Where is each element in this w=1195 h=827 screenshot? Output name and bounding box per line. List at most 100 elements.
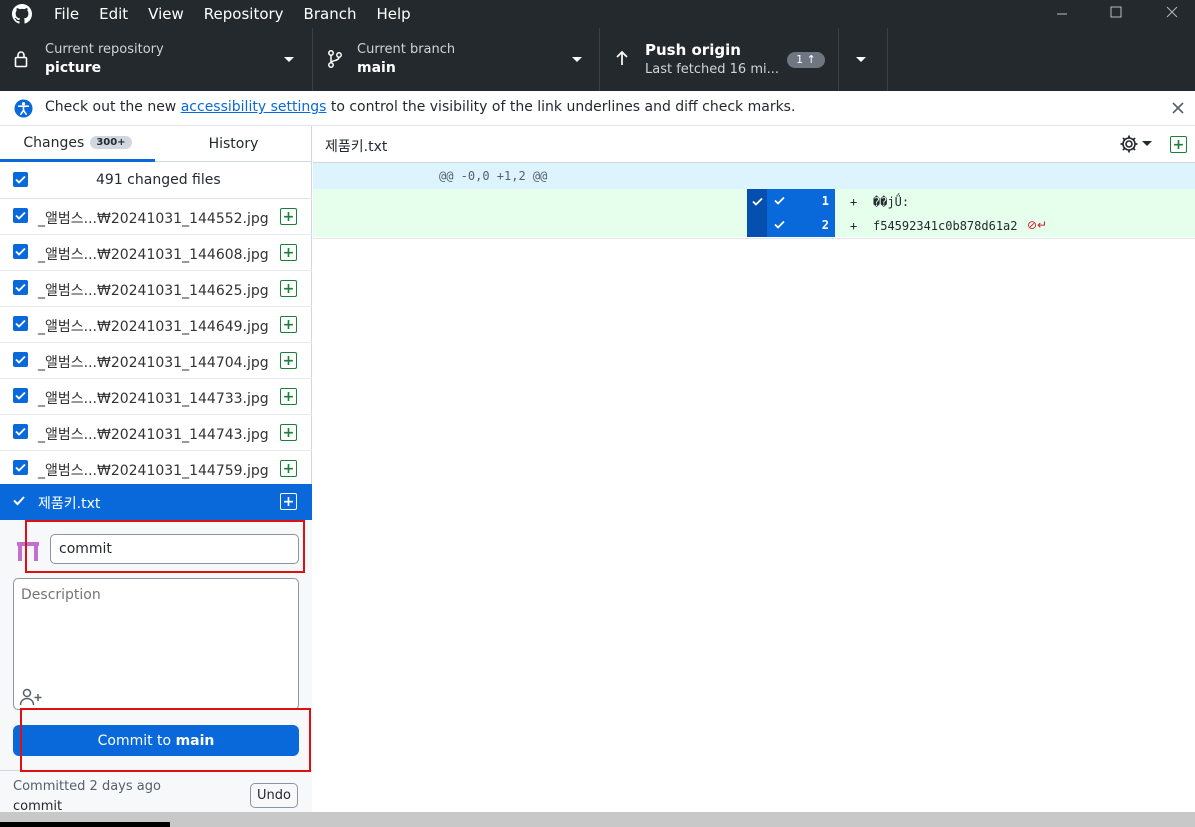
added-file-icon: + [280,460,297,477]
file-checkbox[interactable] [13,460,28,475]
added-file-icon: + [280,316,297,333]
commit-panel: Commit to main Committed 2 days ago comm… [0,520,312,814]
lock-icon [14,51,28,68]
diff-settings-button[interactable] [1119,132,1157,156]
push-origin-button[interactable]: Push origin Last fetched 16 mi... 1 ↑ [600,28,839,91]
file-name: _앨범스...₩20241031_144759.jpg [38,463,269,479]
checkmark-icon [774,220,785,229]
added-file-icon: + [280,244,297,261]
file-checkbox[interactable] [13,352,28,367]
file-checkbox[interactable] [13,316,28,331]
file-checkbox[interactable] [13,280,28,295]
diff-line-select-left[interactable] [747,189,767,213]
accessibility-settings-link[interactable]: accessibility settings [181,99,327,115]
file-checkbox[interactable] [13,208,28,223]
checkmark-icon[interactable] [13,495,25,506]
minimize-icon[interactable] [1040,0,1084,24]
diff-line-select-left[interactable] [747,213,767,237]
tab-changes-label: Changes [23,134,85,151]
diff-line-gutter[interactable]: 1 [767,189,835,213]
diff-line-gutter[interactable]: 2 [767,213,835,237]
chevron-down-icon [572,57,582,62]
undo-button[interactable]: Undo [250,783,298,808]
commit-summary-input[interactable] [50,534,299,564]
file-name: _앨범스...₩20241031_144608.jpg [38,247,269,263]
file-name: _앨범스...₩20241031_144625.jpg [38,283,269,299]
menu-repository[interactable]: Repository [194,2,294,26]
menu-help[interactable]: Help [366,2,420,26]
menu-edit[interactable]: Edit [89,2,138,26]
repo-label: Current repository [45,42,164,57]
commit-button[interactable]: Commit to main [13,725,299,756]
push-title: Push origin [645,41,741,59]
added-file-icon: + [280,208,297,225]
select-all-checkbox[interactable] [13,172,28,187]
file-row[interactable]: _앨범스...₩20241031_144704.jpg + [0,343,312,379]
file-row[interactable]: _앨범스...₩20241031_144649.jpg + [0,307,312,343]
tab-history[interactable]: History [155,126,312,162]
added-file-icon: + [280,352,297,369]
line-number: 1 [821,194,829,208]
accessibility-icon [14,99,33,118]
select-all-row: 491 changed files [0,163,312,199]
diff-file-name: 제품키.txt [325,139,388,155]
file-row[interactable]: _앨범스...₩20241031_144743.jpg + [0,415,312,451]
changed-files-count: 491 changed files [96,172,221,188]
repo-name: picture [45,60,102,76]
branch-label: Current branch [357,42,456,57]
file-name: _앨범스...₩20241031_144733.jpg [38,391,269,407]
background-strip [0,812,1195,827]
tab-changes[interactable]: Changes 300+ [0,126,155,162]
chevron-down-icon [856,57,866,62]
add-coauthor-icon[interactable] [19,688,43,706]
file-checkbox[interactable] [13,244,28,259]
gear-icon [1120,135,1138,153]
added-file-icon: + [280,388,297,405]
avatar [15,541,41,563]
diff-panel: 제품키.txt + @@ -0,0 +1,2 @@ 1 + ��jǗ: 2 + f5459… [313,126,1195,812]
file-name: _앨범스...₩20241031_144649.jpg [38,319,269,335]
menu-view[interactable]: View [138,2,194,26]
taskbar-fragment [0,822,170,827]
title-bar: File Edit View Repository Branch Help [0,0,1195,28]
file-row[interactable]: _앨범스...₩20241031_144552.jpg + [0,199,312,235]
file-row[interactable]: _앨범스...₩20241031_144625.jpg + [0,271,312,307]
diff-code: ��jǗ: [873,195,910,209]
file-row[interactable]: _앨범스...₩20241031_144733.jpg + [0,379,312,415]
menu-branch[interactable]: Branch [294,2,367,26]
close-icon[interactable] [1172,102,1184,114]
accessibility-banner: Check out the new accessibility settings… [0,91,1195,126]
diff-sign: + [850,219,858,233]
diff-sign: + [850,195,858,209]
push-dropdown-button[interactable] [839,28,888,91]
file-checkbox[interactable] [13,388,28,403]
menu-file[interactable]: File [44,2,89,26]
last-commit-area: Committed 2 days ago commit Undo [0,770,312,814]
sidebar: Changes 300+ History 491 changed files _… [0,126,312,814]
file-row[interactable]: _앨범스...₩20241031_144759.jpg + [0,451,312,487]
added-file-icon: + [1170,136,1187,153]
file-name: 제품키.txt [38,496,101,512]
banner-text: Check out the new accessibility settings… [45,99,795,115]
current-repository-button[interactable]: Current repository picture [0,28,313,91]
no-newline-icon: ⊘↵ [1027,218,1048,232]
commit-button-prefix: Commit to [97,732,176,749]
commit-description-input[interactable] [13,578,299,710]
file-checkbox[interactable] [13,424,28,439]
github-logo-icon [0,4,44,24]
branch-name: main [357,60,396,76]
line-number: 2 [821,218,829,232]
file-name: _앨범스...₩20241031_144743.jpg [38,427,269,443]
diff-line: 2 + f54592341c0b878d61a2 ⊘↵ [313,213,1195,237]
current-branch-button[interactable]: Current branch main [313,28,600,91]
arrow-up-icon [616,50,628,65]
maximize-icon[interactable] [1094,0,1138,24]
file-row-selected[interactable]: 제품키.txt + [0,484,312,520]
file-row[interactable]: _앨범스...₩20241031_144608.jpg + [0,235,312,271]
commit-button-branch: main [175,732,215,749]
close-window-icon[interactable] [1150,0,1194,24]
diff-line: 1 + ��jǗ: [313,189,1195,213]
chevron-down-icon [284,57,294,62]
banner-text-pre: Check out the new [45,99,181,115]
added-file-icon: + [280,280,297,297]
